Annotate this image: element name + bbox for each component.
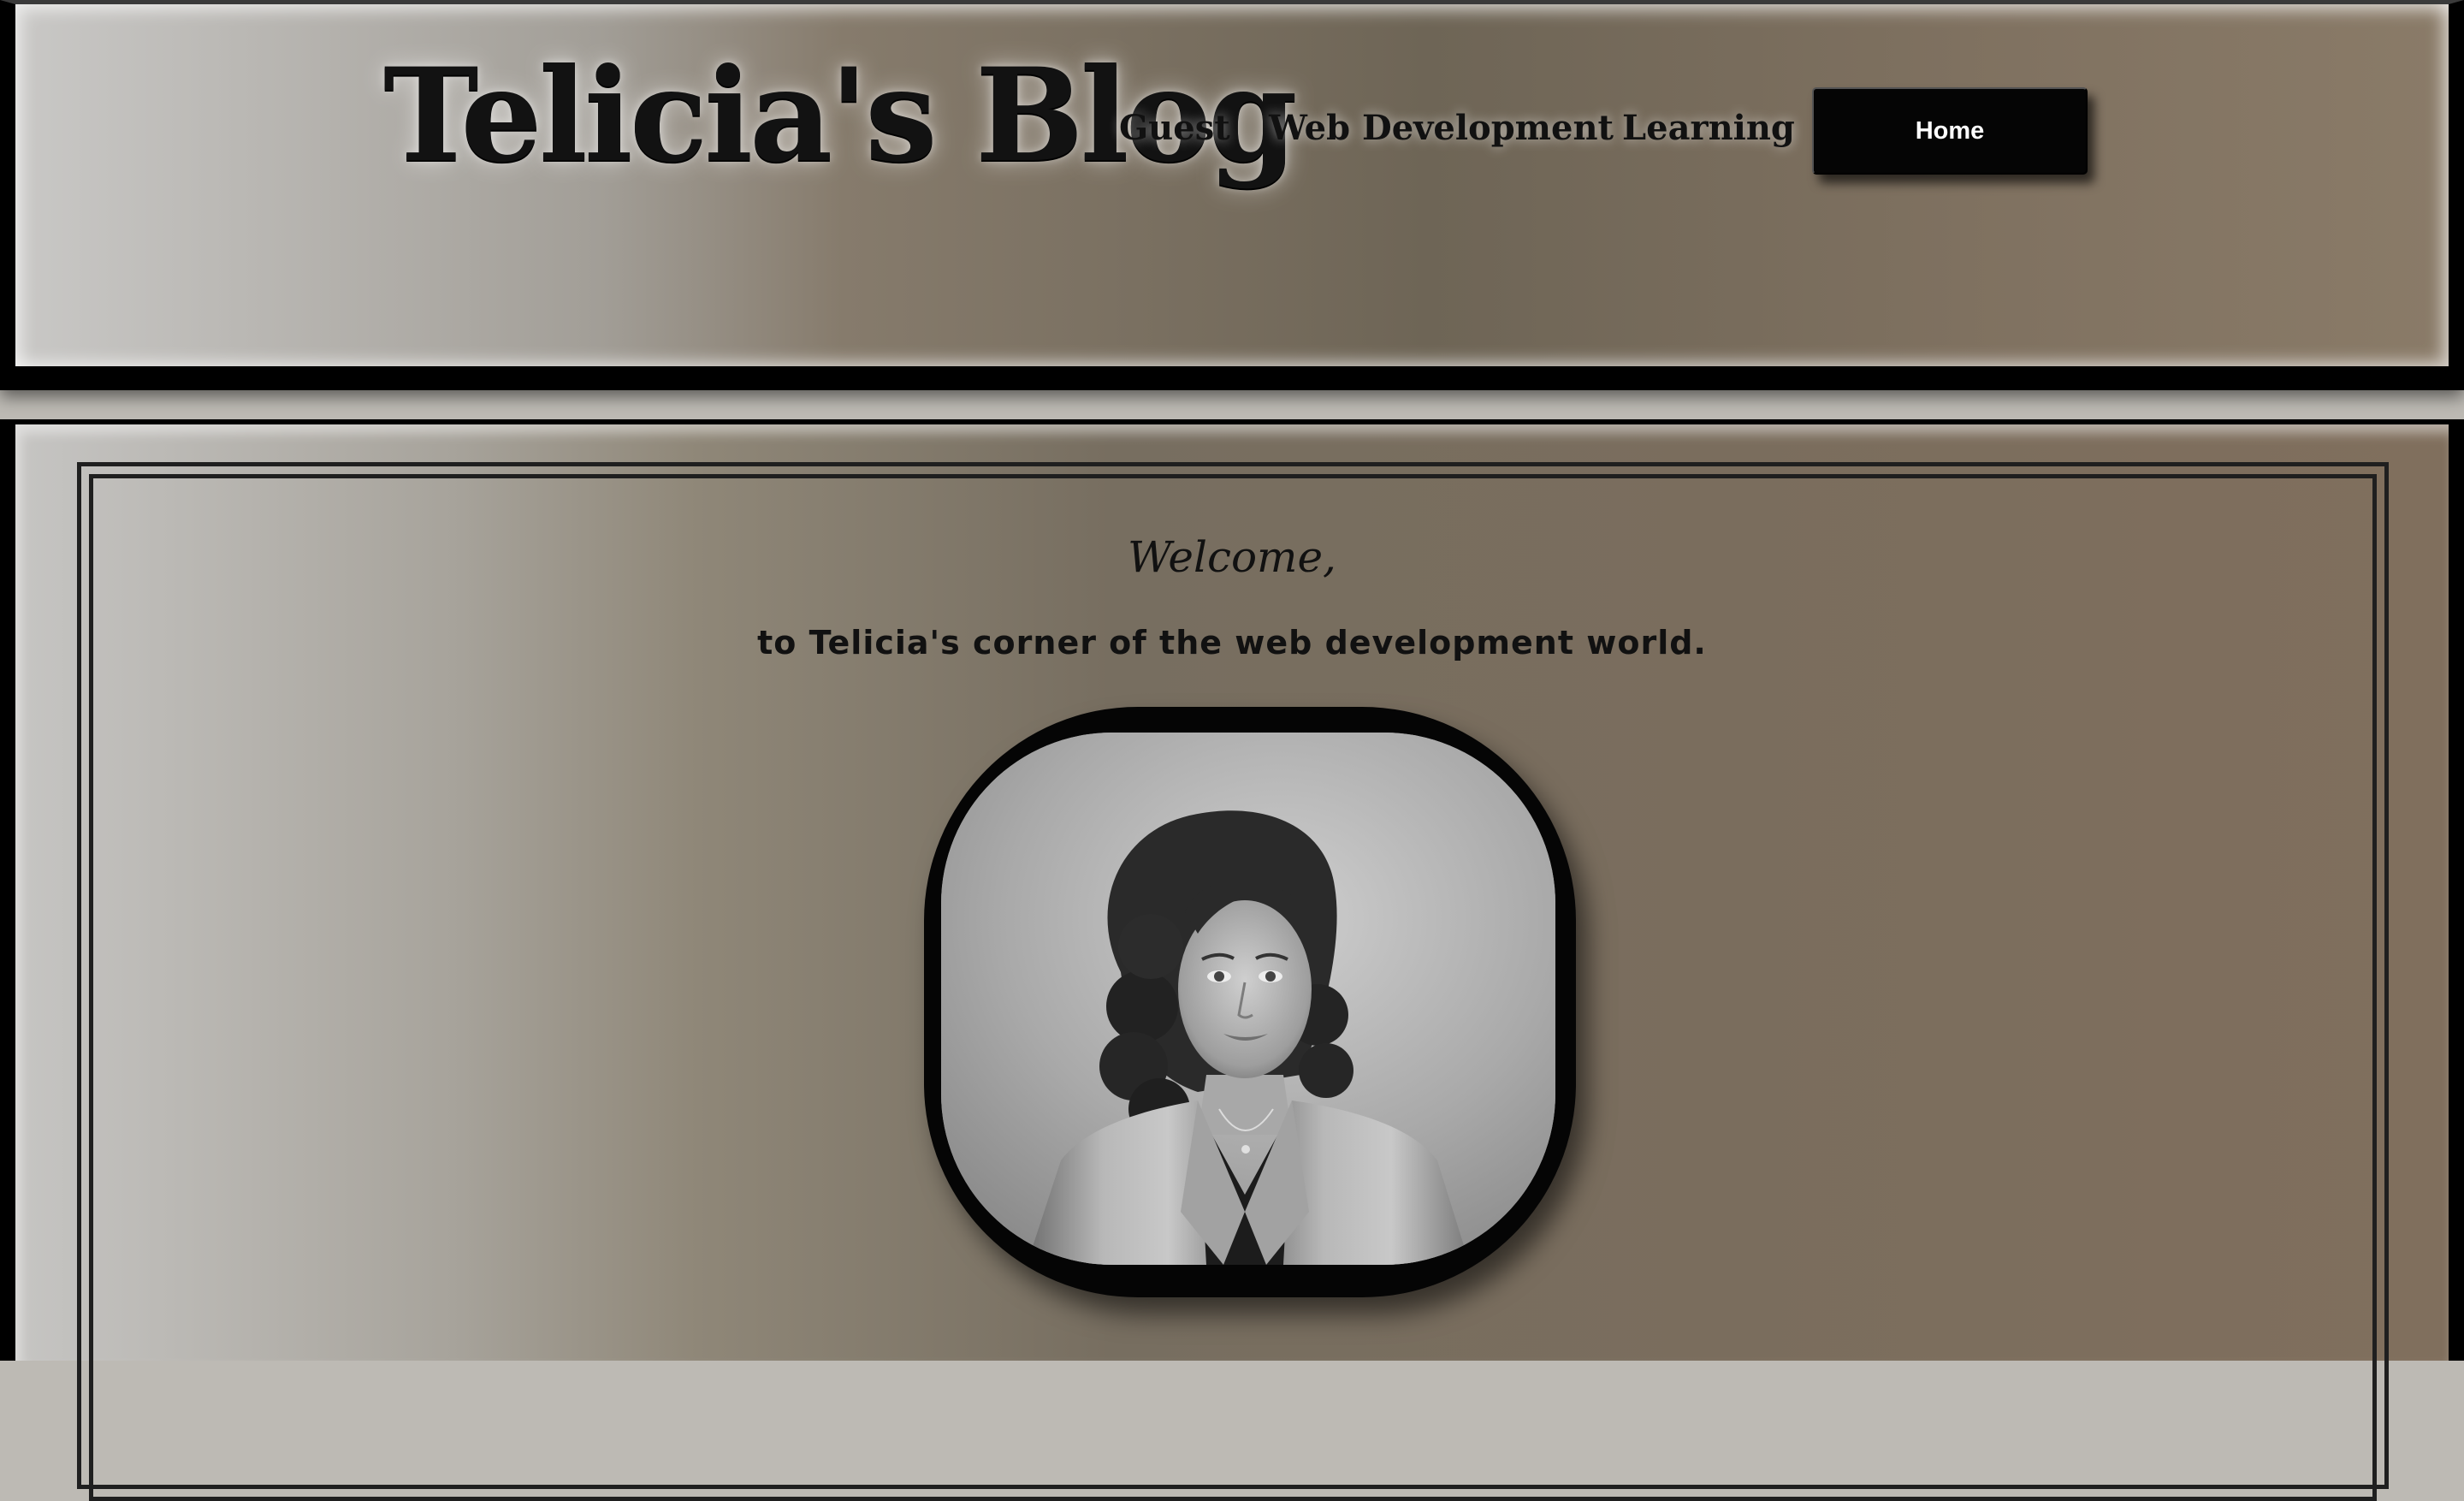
- main-content: Welcome, to Telicia's corner of the web …: [0, 419, 2464, 1501]
- site-header: Telicia's Blog Guest Web Development Lea…: [0, 0, 2464, 390]
- welcome-tagline: to Telicia's corner of the web developme…: [757, 624, 1707, 662]
- home-button[interactable]: Home: [1812, 87, 2088, 175]
- nav-link-web-development[interactable]: Web Development: [1269, 111, 1614, 145]
- portrait-photo: [941, 733, 1555, 1265]
- portrait-illustration: [941, 733, 1555, 1265]
- nav-link-guest[interactable]: Guest: [1119, 111, 1230, 145]
- portrait-frame: [924, 707, 1576, 1297]
- nav-link-learning[interactable]: Learning: [1622, 111, 1795, 145]
- welcome-heading: Welcome,: [1128, 532, 1336, 582]
